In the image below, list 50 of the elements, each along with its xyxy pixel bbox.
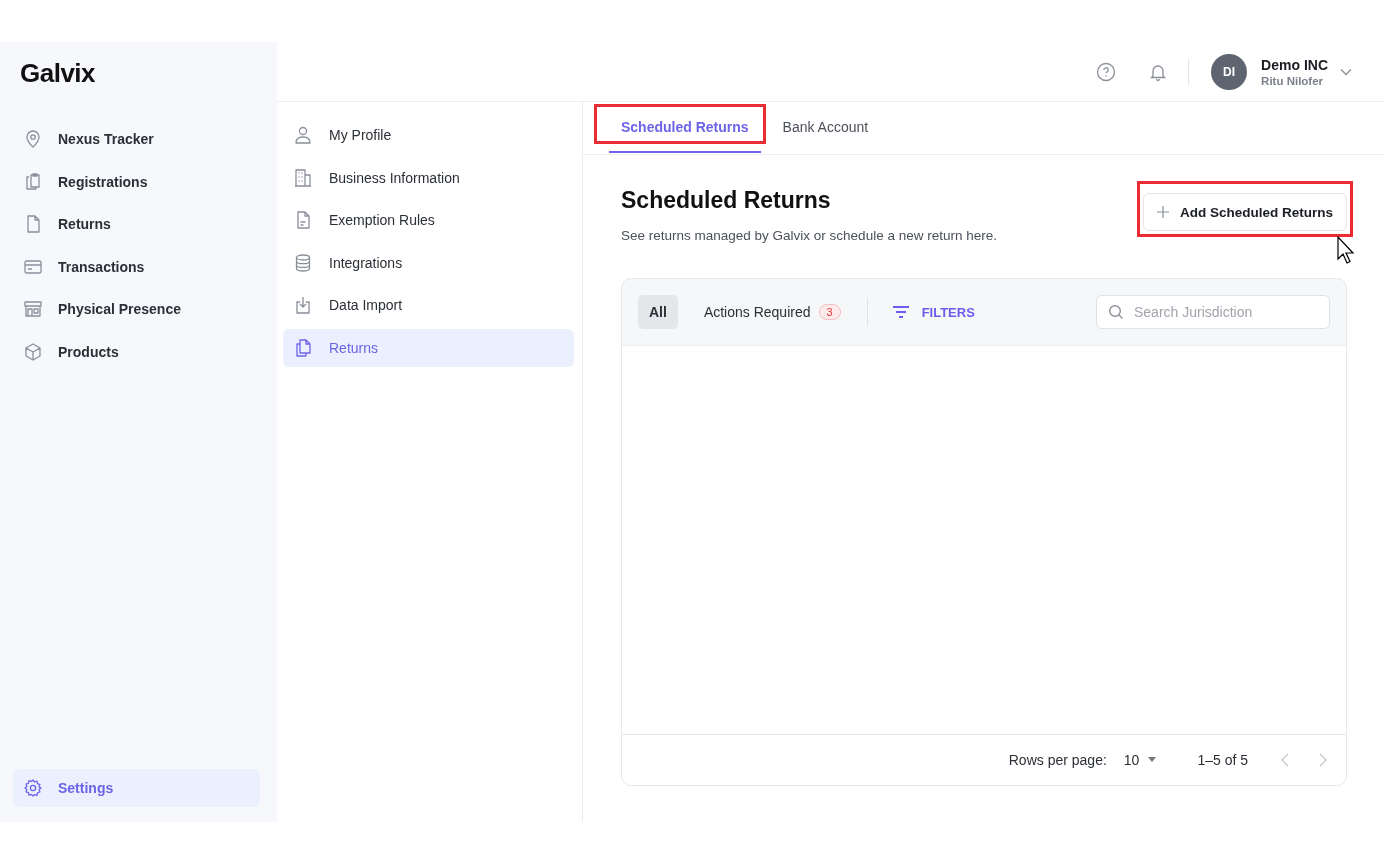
pin-icon [23,129,43,150]
nav-item[interactable]: Exemption Rules [283,201,574,240]
nav-item[interactable]: Products [13,331,260,372]
company-name: Demo INC [1261,56,1328,73]
search-field[interactable]: Search Jurisdiction [1096,295,1330,329]
tab[interactable]: Bank Account [770,102,881,153]
chevron-down-icon [1340,67,1352,76]
help-icon[interactable] [1096,61,1117,82]
nav-item[interactable]: Integrations [283,243,574,282]
filter-tab[interactable]: Actions Required 3 [689,295,855,329]
count-badge: 3 [818,304,841,320]
settings-icon [23,778,43,798]
person-icon [293,125,313,146]
database-icon [293,252,313,273]
filter-icon [891,305,910,319]
avatar: DI [1211,53,1248,90]
page-title: Scheduled Returns [621,187,832,214]
tab[interactable]: Scheduled Returns [609,102,761,153]
page-range: 1–5 of 5 [1197,752,1248,768]
clipboard-icon [23,171,43,192]
nav-item[interactable]: Business Information [283,158,574,197]
nav-item[interactable]: Physical Presence [13,289,260,330]
logo: Galvix [19,57,97,90]
nav-item[interactable]: Registrations [13,161,260,202]
dropdown-arrow-icon [1147,757,1158,763]
storefront-icon [23,299,43,320]
previous-page-icon[interactable] [1280,753,1290,767]
search-icon [1108,304,1124,320]
building-icon [293,167,313,188]
account-menu[interactable]: DI Demo INC Ritu Nilofer [1211,53,1352,90]
filters-button[interactable]: FILTERS [885,303,981,321]
cube-icon [23,341,43,362]
filter-tab[interactable]: All [638,295,678,329]
download-icon [293,295,313,316]
mouse-cursor-icon [1337,236,1357,266]
nav-item[interactable]: Returns [13,204,260,245]
nav-item[interactable]: Nexus Tracker [13,119,260,160]
nav-item[interactable]: My Profile [283,116,574,155]
user-name: Ritu Nilofer [1261,74,1325,87]
nav-item[interactable]: Transactions [13,246,260,287]
page-subtitle: See returns managed by Galvix or schedule a new return here. [621,228,997,243]
nav-item[interactable]: Data Import [283,286,574,325]
nav-item[interactable]: Returns [283,328,574,367]
rows-per-page-select[interactable]: 10 [1123,752,1158,768]
add-scheduled-returns-button[interactable]: Add Scheduled Returns [1143,193,1347,231]
nav-item[interactable]: Settings [13,769,260,807]
next-page-icon[interactable] [1318,753,1328,767]
rows-per-page-label: Rows per page: [1008,752,1107,768]
plus-icon [1157,206,1169,218]
copy-icon [293,337,313,358]
